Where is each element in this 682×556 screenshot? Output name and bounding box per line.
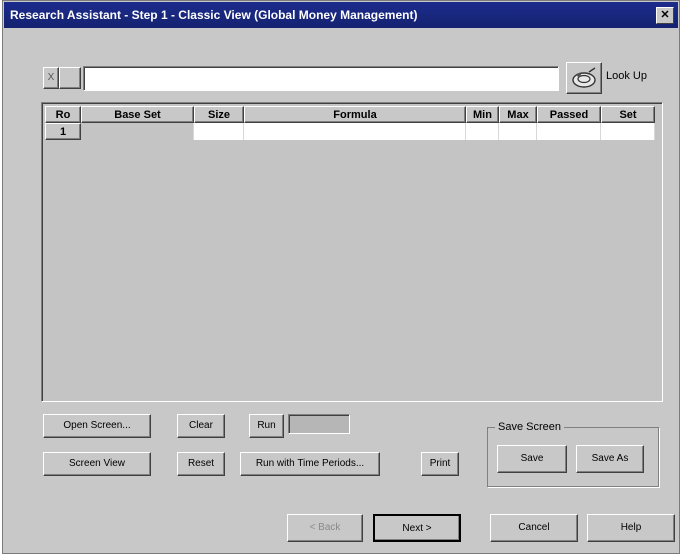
cell-base-set[interactable] [81,123,194,140]
research-assistant-window: Research Assistant - Step 1 - Classic Vi… [2,0,680,554]
print-button[interactable]: Print [421,452,459,476]
cell-min[interactable] [466,123,499,140]
column-header-row[interactable]: Ro [45,106,81,123]
save-screen-label: Save Screen [495,421,564,433]
next-button[interactable]: Next > [373,514,461,542]
close-icon[interactable]: ✕ [656,7,674,24]
formula-input[interactable] [83,66,559,91]
run-button[interactable]: Run [249,414,284,438]
column-header-max[interactable]: Max [499,106,537,123]
save-button[interactable]: Save [497,445,567,473]
clear-button[interactable]: Clear [177,414,225,438]
title-bar: Research Assistant - Step 1 - Classic Vi… [4,2,678,28]
lookup-icon [572,67,596,88]
save-as-button[interactable]: Save As [576,445,644,473]
column-header-passed[interactable]: Passed [537,106,601,123]
accept-entry-button[interactable] [59,67,81,89]
window-title: Research Assistant - Step 1 - Classic Vi… [10,8,418,22]
row-number-1[interactable]: 1 [45,123,81,140]
cell-set[interactable] [601,123,655,140]
cancel-button[interactable]: Cancel [490,514,578,542]
column-header-size[interactable]: Size [194,106,244,123]
open-screen-button[interactable]: Open Screen... [43,414,151,438]
lookup-button[interactable] [566,62,602,94]
run-with-time-periods-button[interactable]: Run with Time Periods... [240,452,380,476]
reset-button[interactable]: Reset [177,452,225,476]
cell-formula[interactable] [244,123,466,140]
column-header-set[interactable]: Set [601,106,655,123]
screen-grid[interactable]: Ro Base Set Size Formula Min Max Passed … [41,102,663,402]
column-header-min[interactable]: Min [466,106,499,123]
screen-view-button[interactable]: Screen View [43,452,151,476]
cancel-entry-button[interactable]: X [43,67,59,89]
cell-size[interactable] [194,123,244,140]
cell-passed[interactable] [537,123,601,140]
column-header-base-set[interactable]: Base Set [81,106,194,123]
column-header-formula[interactable]: Formula [244,106,466,123]
cell-max[interactable] [499,123,537,140]
help-button[interactable]: Help [587,514,675,542]
lookup-label: Look Up [606,70,647,82]
back-button[interactable]: < Back [287,514,363,542]
run-progress-bar [288,414,350,434]
